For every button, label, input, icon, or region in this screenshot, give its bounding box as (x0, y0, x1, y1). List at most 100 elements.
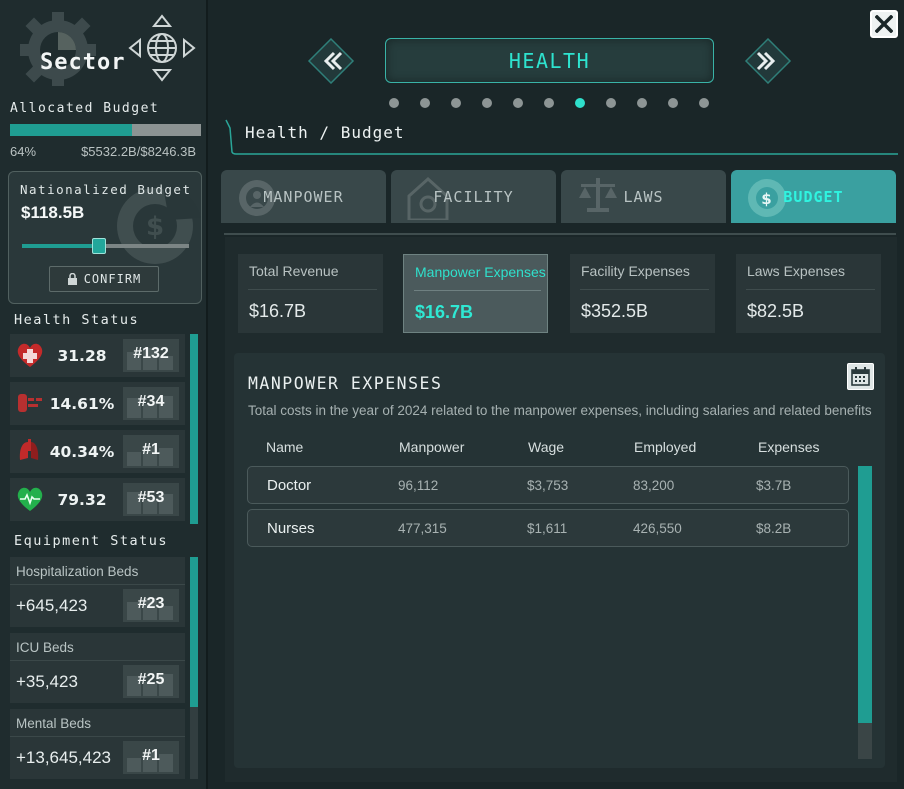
equipment-status-label: Equipment Status (14, 533, 169, 549)
equipment-status-item[interactable]: Mental Beds +13,645,423 #1 (10, 709, 185, 779)
tab-facility[interactable]: FACILITY (391, 170, 556, 223)
column-header-manpower: Manpower (399, 439, 465, 455)
nationalized-budget-value: $118.5B (21, 203, 85, 222)
slider-thumb[interactable] (91, 238, 106, 254)
stat-value: $16.7B (415, 302, 474, 322)
tab-underline (224, 233, 896, 235)
page-dot[interactable] (606, 98, 616, 108)
sector-page-dots (389, 98, 709, 108)
table-row[interactable]: Nurses 477,315 $1,611 426,550 $8.2B (247, 509, 849, 547)
equipment-status-list: Hospitalization Beds +645,423 #23 ICU Be… (10, 557, 185, 785)
divider (10, 584, 185, 585)
stat-label: Facility Expenses (581, 263, 690, 279)
page-dot[interactable] (420, 98, 430, 108)
nationalized-budget-label: Nationalized Budget (20, 182, 192, 197)
health-status-value: 14.61% (49, 394, 115, 413)
tab-label: MANPOWER (263, 187, 344, 206)
table-row[interactable]: Doctor 96,112 $3,753 83,200 $3.7B (247, 466, 849, 504)
health-status-item[interactable]: 31.28 #132 (10, 334, 185, 377)
divider (10, 660, 185, 661)
tab-label: BUDGET (783, 187, 844, 206)
allocated-budget-bar (10, 124, 201, 136)
scrollbar-thumb[interactable] (190, 334, 198, 524)
allocated-budget-label: Allocated Budget (10, 101, 160, 116)
rank-text: #132 (133, 345, 169, 362)
nationalized-budget-box: $ Nationalized Budget $118.5B CONFIRM (8, 171, 202, 304)
tab-laws[interactable]: LAWS (561, 170, 726, 223)
health-status-item[interactable]: 14.61% #34 (10, 382, 185, 425)
health-status-value: 31.28 (57, 346, 107, 365)
next-sector-button[interactable] (744, 38, 792, 84)
confirm-label: CONFIRM (83, 272, 142, 286)
stat-value: $16.7B (249, 301, 307, 321)
pill-icon (18, 394, 42, 412)
cell-employed: 83,200 (633, 478, 675, 493)
column-header-employed: Employed (634, 439, 697, 455)
allocated-budget-percent: 64% (10, 144, 37, 159)
breadcrumb: Health / Budget (245, 123, 405, 142)
column-header-name: Name (266, 439, 304, 455)
health-status-label: Health Status (14, 312, 140, 328)
scrollbar-thumb[interactable] (190, 557, 198, 707)
page-dot[interactable] (389, 98, 399, 108)
equipment-status-item[interactable]: ICU Beds +35,423 #25 (10, 633, 185, 703)
scrollbar-thumb[interactable] (858, 466, 872, 723)
cell-manpower: 96,112 (398, 478, 439, 493)
stat-label: Total Revenue (249, 263, 339, 279)
tab-budget[interactable]: $ BUDGET (731, 170, 896, 223)
rank-badge: #1 (123, 435, 179, 468)
close-icon (875, 15, 893, 33)
page-dot[interactable] (482, 98, 492, 108)
stat-card-total-revenue[interactable]: Total Revenue $16.7B (238, 254, 383, 333)
equipment-name: ICU Beds (16, 640, 74, 655)
rank-text: #53 (137, 489, 165, 506)
page-dot[interactable] (668, 98, 678, 108)
health-status-value: 40.34% (49, 442, 115, 461)
calendar-button[interactable] (847, 363, 874, 390)
health-status-scrollbar[interactable] (190, 334, 198, 524)
rank-text: #1 (142, 747, 160, 764)
panel-description: Total costs in the year of 2024 related … (248, 403, 872, 418)
globe-arrows-icon[interactable] (128, 14, 196, 82)
page-dot[interactable] (575, 98, 585, 108)
sector-header: Sector (10, 8, 200, 88)
panel-title: MANPOWER EXPENSES (248, 374, 443, 393)
sector-title: Sector (40, 50, 126, 75)
heart-cross-icon (17, 343, 43, 367)
page-dot[interactable] (699, 98, 709, 108)
confirm-button[interactable]: CONFIRM (49, 266, 159, 292)
tab-manpower[interactable]: MANPOWER (221, 170, 386, 223)
rank-badge: #1 (123, 741, 179, 774)
health-status-item[interactable]: 40.34% #1 (10, 430, 185, 473)
stat-value: $82.5B (747, 301, 805, 321)
svg-text:$: $ (761, 190, 772, 208)
stat-label: Laws Expenses (747, 263, 846, 279)
equipment-name: Mental Beds (16, 716, 92, 731)
page-dot[interactable] (513, 98, 523, 108)
rank-badge: #132 (123, 339, 179, 372)
stat-card-manpower-expenses[interactable]: Manpower Expenses $16.7B (403, 254, 548, 333)
health-status-list: 31.28 #132 14.61% #34 40.34% #1 79.32 #5… (10, 334, 185, 526)
stat-card-facility-expenses[interactable]: Facility Expenses $352.5B (570, 254, 715, 333)
rank-text: #25 (137, 671, 165, 688)
equipment-status-item[interactable]: Hospitalization Beds +645,423 #23 (10, 557, 185, 627)
page-dot[interactable] (451, 98, 461, 108)
stat-label: Manpower Expenses (415, 264, 546, 280)
page-dot[interactable] (544, 98, 554, 108)
table-scrollbar[interactable] (858, 466, 872, 759)
nationalized-budget-slider[interactable] (22, 238, 189, 254)
equipment-status-scrollbar[interactable] (190, 557, 198, 779)
page-dot[interactable] (637, 98, 647, 108)
health-status-value: 79.32 (57, 490, 107, 509)
cell-expenses: $3.7B (756, 478, 792, 493)
health-status-item[interactable]: 79.32 #53 (10, 478, 185, 521)
rank-text: #23 (137, 595, 165, 612)
manpower-expenses-panel: MANPOWER EXPENSES Total costs in the yea… (234, 353, 885, 768)
prev-sector-button[interactable] (307, 38, 355, 84)
equipment-name: Hospitalization Beds (16, 564, 139, 579)
cell-expenses: $8.2B (756, 521, 792, 536)
close-button[interactable] (870, 10, 898, 38)
scales-icon (579, 178, 617, 212)
stat-card-laws-expenses[interactable]: Laws Expenses $82.5B (736, 254, 881, 333)
cell-name: Nurses (267, 520, 315, 537)
